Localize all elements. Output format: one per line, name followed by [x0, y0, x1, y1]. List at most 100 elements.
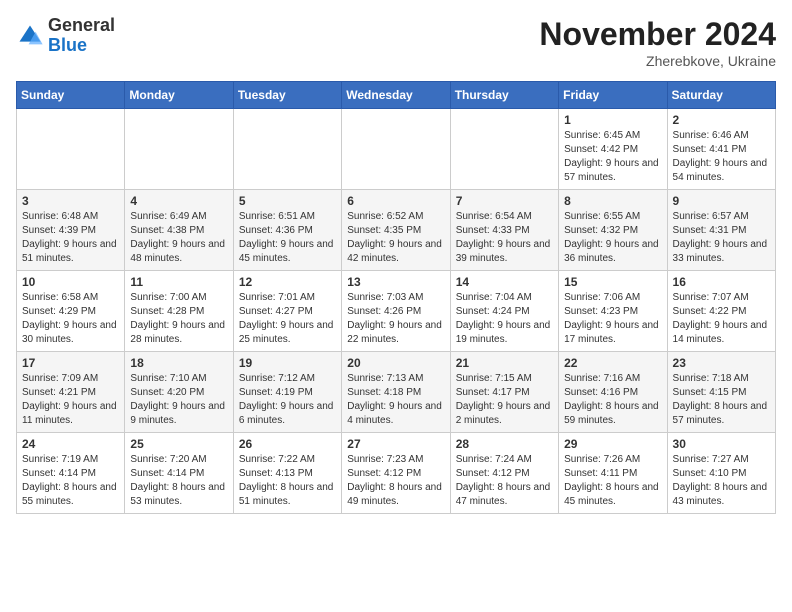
- calendar: SundayMondayTuesdayWednesdayThursdayFrid…: [16, 81, 776, 514]
- calendar-cell: 12 Sunrise: 7:01 AM Sunset: 4:27 PM Dayli…: [233, 271, 341, 352]
- day-number: 3: [22, 194, 119, 208]
- day-number: 4: [130, 194, 227, 208]
- day-info: Sunrise: 7:15 AM Sunset: 4:17 PM Dayligh…: [456, 372, 553, 428]
- day-number: 7: [456, 194, 553, 208]
- day-number: 6: [347, 194, 444, 208]
- calendar-cell: 17Sunrise: 7:09 AM Sunset: 4:21 PM Dayli…: [17, 352, 125, 433]
- calendar-cell: 19 Sunrise: 7:12 AM Sunset: 4:19 PM Dayli…: [233, 352, 341, 433]
- day-number: 9: [673, 194, 770, 208]
- calendar-cell: 5 Sunrise: 6:51 AM Sunset: 4:36 PM Daylig…: [233, 190, 341, 271]
- calendar-cell: 11 Sunrise: 7:00 AM Sunset: 4:28 PM Dayli…: [125, 271, 233, 352]
- day-info: Sunrise: 7:18 AM Sunset: 4:15 PM Dayligh…: [673, 372, 770, 428]
- calendar-cell: [450, 109, 558, 190]
- logo-icon: [16, 22, 44, 50]
- day-info: Sunrise: 7:13 AM Sunset: 4:18 PM Dayligh…: [347, 372, 444, 428]
- day-info: Sunrise: 7:19 AM Sunset: 4:14 PM Dayligh…: [22, 453, 119, 509]
- day-info: Sunrise: 6:55 AM Sunset: 4:32 PM Dayligh…: [564, 210, 661, 266]
- day-number: 29: [564, 437, 661, 451]
- calendar-cell: 30 Sunrise: 7:27 AM Sunset: 4:10 PM Dayli…: [667, 433, 775, 514]
- calendar-cell: 8 Sunrise: 6:55 AM Sunset: 4:32 PM Daylig…: [559, 190, 667, 271]
- day-info: Sunrise: 6:51 AM Sunset: 4:36 PM Dayligh…: [239, 210, 336, 266]
- day-number: 13: [347, 275, 444, 289]
- day-number: 17: [22, 356, 119, 370]
- day-number: 27: [347, 437, 444, 451]
- calendar-cell: 13Sunrise: 7:03 AM Sunset: 4:26 PM Dayli…: [342, 271, 450, 352]
- day-info: Sunrise: 7:01 AM Sunset: 4:27 PM Dayligh…: [239, 291, 336, 347]
- day-info: Sunrise: 7:06 AM Sunset: 4:23 PM Dayligh…: [564, 291, 661, 347]
- day-number: 28: [456, 437, 553, 451]
- calendar-cell: 25 Sunrise: 7:20 AM Sunset: 4:14 PM Dayli…: [125, 433, 233, 514]
- calendar-cell: 21 Sunrise: 7:15 AM Sunset: 4:17 PM Dayli…: [450, 352, 558, 433]
- day-number: 14: [456, 275, 553, 289]
- calendar-cell: 27 Sunrise: 7:23 AM Sunset: 4:12 PM Dayli…: [342, 433, 450, 514]
- day-info: Sunrise: 7:12 AM Sunset: 4:19 PM Dayligh…: [239, 372, 336, 428]
- calendar-cell: 26 Sunrise: 7:22 AM Sunset: 4:13 PM Dayli…: [233, 433, 341, 514]
- day-info: Sunrise: 7:23 AM Sunset: 4:12 PM Dayligh…: [347, 453, 444, 509]
- weekday-header-thursday: Thursday: [450, 82, 558, 109]
- day-number: 26: [239, 437, 336, 451]
- calendar-cell: 18Sunrise: 7:10 AM Sunset: 4:20 PM Dayli…: [125, 352, 233, 433]
- day-number: 1: [564, 113, 661, 127]
- logo-text: General Blue: [48, 16, 115, 56]
- day-number: 25: [130, 437, 227, 451]
- calendar-cell: 10 Sunrise: 6:58 AM Sunset: 4:29 PM Dayli…: [17, 271, 125, 352]
- day-number: 8: [564, 194, 661, 208]
- calendar-cell: 6Sunrise: 6:52 AM Sunset: 4:35 PM Daylig…: [342, 190, 450, 271]
- weekday-header-friday: Friday: [559, 82, 667, 109]
- day-number: 5: [239, 194, 336, 208]
- day-number: 16: [673, 275, 770, 289]
- day-number: 19: [239, 356, 336, 370]
- calendar-cell: 23 Sunrise: 7:18 AM Sunset: 4:15 PM Dayli…: [667, 352, 775, 433]
- day-info: Sunrise: 6:48 AM Sunset: 4:39 PM Dayligh…: [22, 210, 119, 266]
- day-number: 30: [673, 437, 770, 451]
- calendar-cell: 14 Sunrise: 7:04 AM Sunset: 4:24 PM Dayli…: [450, 271, 558, 352]
- day-number: 21: [456, 356, 553, 370]
- day-number: 24: [22, 437, 119, 451]
- calendar-cell: 22 Sunrise: 7:16 AM Sunset: 4:16 PM Dayli…: [559, 352, 667, 433]
- month-title: November 2024: [539, 16, 776, 53]
- day-info: Sunrise: 6:46 AM Sunset: 4:41 PM Dayligh…: [673, 129, 770, 185]
- day-info: Sunrise: 7:22 AM Sunset: 4:13 PM Dayligh…: [239, 453, 336, 509]
- day-info: Sunrise: 7:24 AM Sunset: 4:12 PM Dayligh…: [456, 453, 553, 509]
- calendar-cell: 4Sunrise: 6:49 AM Sunset: 4:38 PM Daylig…: [125, 190, 233, 271]
- day-info: Sunrise: 7:04 AM Sunset: 4:24 PM Dayligh…: [456, 291, 553, 347]
- day-info: Sunrise: 6:58 AM Sunset: 4:29 PM Dayligh…: [22, 291, 119, 347]
- weekday-header-tuesday: Tuesday: [233, 82, 341, 109]
- day-info: Sunrise: 7:00 AM Sunset: 4:28 PM Dayligh…: [130, 291, 227, 347]
- calendar-cell: 1 Sunrise: 6:45 AM Sunset: 4:42 PM Daylig…: [559, 109, 667, 190]
- day-number: 20: [347, 356, 444, 370]
- day-info: Sunrise: 7:16 AM Sunset: 4:16 PM Dayligh…: [564, 372, 661, 428]
- day-info: Sunrise: 7:20 AM Sunset: 4:14 PM Dayligh…: [130, 453, 227, 509]
- day-info: Sunrise: 6:54 AM Sunset: 4:33 PM Dayligh…: [456, 210, 553, 266]
- calendar-cell: 9 Sunrise: 6:57 AM Sunset: 4:31 PM Daylig…: [667, 190, 775, 271]
- day-info: Sunrise: 7:07 AM Sunset: 4:22 PM Dayligh…: [673, 291, 770, 347]
- calendar-cell: [17, 109, 125, 190]
- calendar-cell: 20 Sunrise: 7:13 AM Sunset: 4:18 PM Dayli…: [342, 352, 450, 433]
- day-number: 22: [564, 356, 661, 370]
- day-number: 12: [239, 275, 336, 289]
- weekday-header-monday: Monday: [125, 82, 233, 109]
- calendar-cell: [342, 109, 450, 190]
- day-number: 2: [673, 113, 770, 127]
- logo: General Blue: [16, 16, 115, 56]
- weekday-header-sunday: Sunday: [17, 82, 125, 109]
- day-number: 10: [22, 275, 119, 289]
- weekday-header-saturday: Saturday: [667, 82, 775, 109]
- calendar-cell: [125, 109, 233, 190]
- day-info: Sunrise: 6:45 AM Sunset: 4:42 PM Dayligh…: [564, 129, 661, 185]
- calendar-cell: 24 Sunrise: 7:19 AM Sunset: 4:14 PM Dayli…: [17, 433, 125, 514]
- day-info: Sunrise: 6:57 AM Sunset: 4:31 PM Dayligh…: [673, 210, 770, 266]
- calendar-cell: [233, 109, 341, 190]
- location: Zherebkove, Ukraine: [539, 53, 776, 69]
- day-number: 15: [564, 275, 661, 289]
- calendar-cell: 7 Sunrise: 6:54 AM Sunset: 4:33 PM Daylig…: [450, 190, 558, 271]
- calendar-cell: 28 Sunrise: 7:24 AM Sunset: 4:12 PM Dayli…: [450, 433, 558, 514]
- day-number: 11: [130, 275, 227, 289]
- calendar-cell: 16 Sunrise: 7:07 AM Sunset: 4:22 PM Dayli…: [667, 271, 775, 352]
- calendar-cell: 3 Sunrise: 6:48 AM Sunset: 4:39 PM Daylig…: [17, 190, 125, 271]
- day-info: Sunrise: 7:27 AM Sunset: 4:10 PM Dayligh…: [673, 453, 770, 509]
- calendar-cell: 2 Sunrise: 6:46 AM Sunset: 4:41 PM Daylig…: [667, 109, 775, 190]
- day-info: Sunrise: 7:26 AM Sunset: 4:11 PM Dayligh…: [564, 453, 661, 509]
- day-number: 23: [673, 356, 770, 370]
- title-block: November 2024 Zherebkove, Ukraine: [539, 16, 776, 69]
